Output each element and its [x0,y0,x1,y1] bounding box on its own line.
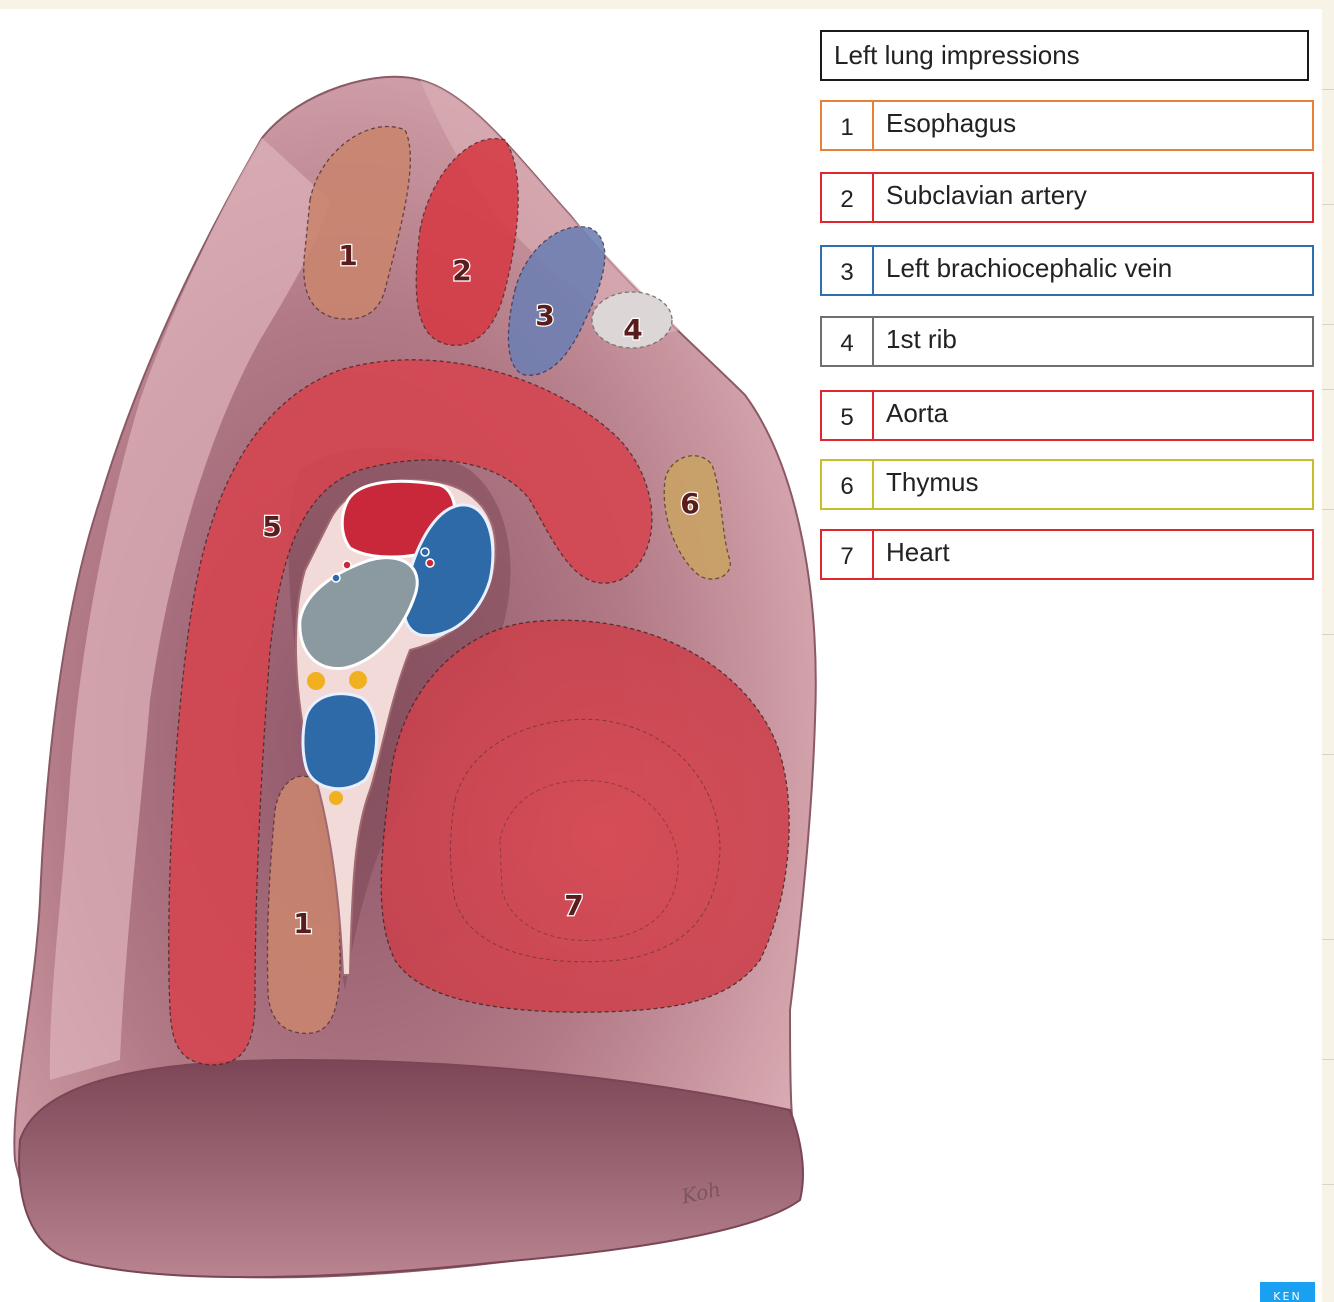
lymph-node [307,672,325,690]
legend-number: 2 [822,174,874,221]
legend-item: 2 Subclavian artery [820,172,1314,223]
legend-number: 5 [822,392,874,439]
label-aorta: 5 [262,510,281,543]
ken-badge[interactable]: KEN [1260,1282,1315,1302]
heart-impression [380,619,790,1013]
bronchial-artery [425,558,435,568]
bronchial-vein [420,547,430,557]
legend-item: 3 Left brachiocephalic vein [820,245,1314,296]
legend-number: 6 [822,461,874,508]
label-esophagus-lower: 1 [293,907,312,940]
page-edge [1322,9,1334,1302]
legend-item: 6 Thymus [820,459,1314,510]
lymph-node [349,671,367,689]
legend-label: Aorta [886,398,949,428]
lung-base [18,1058,804,1279]
lower-pulmonary-vein [301,692,379,791]
bronchial-artery [342,560,352,570]
legend-item: 4 1st rib [820,316,1314,367]
legend-item: 1 Esophagus [820,100,1314,151]
bronchial-vein [331,573,341,583]
legend-number: 3 [822,247,874,294]
legend-label: Esophagus [886,108,1017,138]
legend-label: Left brachiocephalic vein [886,253,1173,283]
legend-item: 5 Aorta [820,390,1314,441]
legend-number: 1 [822,102,874,149]
label-first-rib: 4 [623,313,642,346]
legend-label: Heart [886,537,950,567]
legend-number: 7 [822,531,874,578]
label-thymus: 6 [680,487,699,520]
label-heart: 7 [564,889,583,922]
left-lung-illustration: 1 2 3 4 5 6 1 7 Koh [13,75,817,1279]
legend-label: Thymus [886,467,979,497]
lymph-node [329,791,343,805]
legend-label: 1st rib [886,324,957,354]
legend-label: Subclavian artery [886,180,1087,210]
legend-number: 4 [822,318,874,365]
label-esophagus-upper: 1 [338,239,357,272]
label-subclavian: 2 [452,254,471,287]
label-brachiocephalic: 3 [535,299,554,332]
legend-item: 7 Heart [820,529,1314,580]
legend-title: Left lung impressions [820,30,1309,81]
